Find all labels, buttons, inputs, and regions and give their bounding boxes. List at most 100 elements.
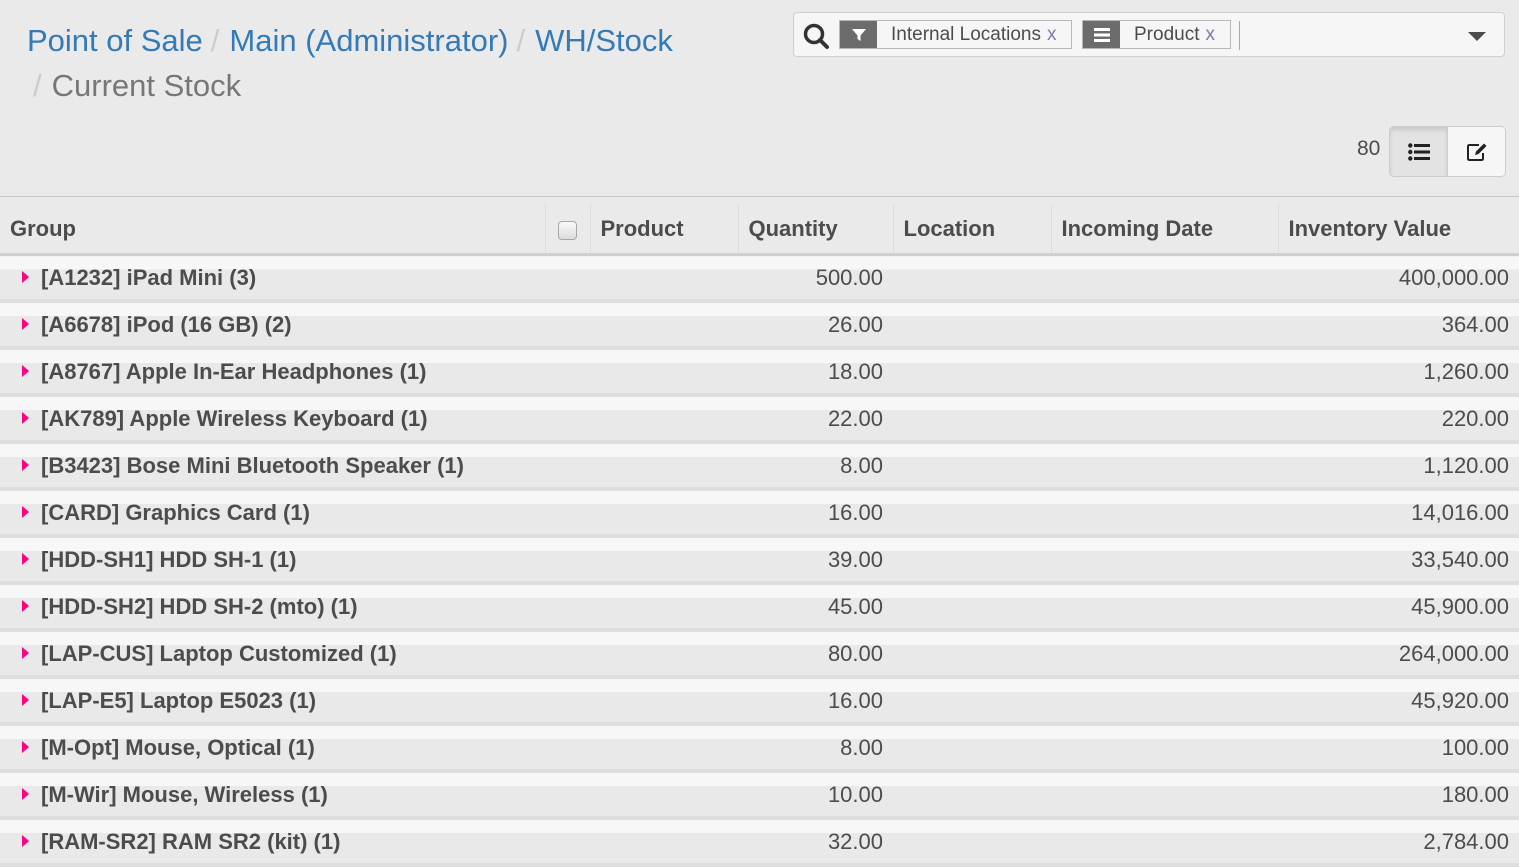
group-label: [A1232] iPad Mini (3) [41,264,257,290]
group-quantity: 18.00 [738,348,893,397]
group-incoming-date [1051,677,1278,726]
edit-view-button[interactable] [1448,127,1505,176]
breadcrumb-wh-stock[interactable]: WH/Stock [535,23,673,58]
facet-label: Internal Locations [891,23,1041,45]
group-quantity: 32.00 [738,818,893,867]
group-name-cell: [B3423] Bose Mini Bluetooth Speaker (1) [0,442,738,491]
breadcrumb-main-administrator[interactable]: Main (Administrator) [229,23,508,58]
group-row[interactable]: [A1232] iPad Mini (3) 500.00 400,000.00 [0,254,1519,303]
breadcrumb-separator: / [516,23,526,58]
group-label: [M-Opt] Mouse, Optical (1) [41,734,315,760]
group-label: [M-Wir] Mouse, Wireless (1) [41,781,328,807]
group-row[interactable]: [CARD] Graphics Card (1) 16.00 14,016.00 [0,489,1519,538]
group-row[interactable]: [A8767] Apple In-Ear Headphones (1) 18.00… [0,348,1519,397]
group-row[interactable]: [B3423] Bose Mini Bluetooth Speaker (1) 8… [0,442,1519,491]
group-incoming-date [1051,818,1278,867]
breadcrumb: Point of Sale / Main (Administrator) / WH/St… [27,18,767,108]
list-view-button[interactable] [1390,127,1448,176]
caret-right-icon[interactable] [22,740,29,753]
group-quantity: 8.00 [738,442,893,491]
caret-right-icon[interactable] [22,787,29,800]
group-incoming-date [1051,254,1278,303]
group-name-cell: [A1232] iPad Mini (3) [0,254,738,303]
breadcrumb-point-of-sale[interactable]: Point of Sale [27,23,203,58]
group-location [893,348,1051,397]
caret-right-icon[interactable] [22,270,29,283]
column-header-location[interactable]: Location [892,205,1051,256]
column-header-group[interactable]: Group [0,205,545,256]
facet-remove-button[interactable]: x [1047,24,1067,46]
group-row[interactable]: [A6678] iPod (16 GB) (2) 26.00 364.00 [0,301,1519,350]
group-quantity: 10.00 [738,771,893,820]
group-location [893,442,1051,491]
group-location [893,254,1051,303]
group-quantity: 16.00 [738,677,893,726]
caret-right-icon[interactable] [22,646,29,659]
group-incoming-date [1051,348,1278,397]
caret-right-icon[interactable] [22,411,29,424]
column-header-product[interactable]: Product [589,205,738,256]
group-name-cell: [A6678] iPod (16 GB) (2) [0,301,738,350]
caret-right-icon[interactable] [22,317,29,330]
group-row[interactable]: [M-Wir] Mouse, Wireless (1) 10.00 180.00 [0,771,1519,820]
group-name-cell: [AK789] Apple Wireless Keyboard (1) [0,395,738,444]
group-inventory-value: 100.00 [1278,724,1519,773]
group-name-cell: [LAP-E5] Laptop E5023 (1) [0,677,738,726]
search-icon[interactable] [802,22,830,50]
breadcrumb-separator: / [210,23,220,58]
group-row[interactable]: [M-Opt] Mouse, Optical (1) 8.00 100.00 [0,724,1519,773]
group-label: [B3423] Bose Mini Bluetooth Speaker (1) [41,452,464,478]
group-row[interactable]: [LAP-CUS] Laptop Customized (1) 80.00 264,… [0,630,1519,679]
group-quantity: 39.00 [738,536,893,585]
group-label: [CARD] Graphics Card (1) [41,499,310,525]
pager-count[interactable]: 80 [1357,137,1380,161]
group-inventory-value: 45,900.00 [1278,583,1519,632]
column-header-incoming-date[interactable]: Incoming Date [1050,205,1278,256]
group-label: [A6678] iPod (16 GB) (2) [41,311,292,337]
caret-right-icon[interactable] [22,834,29,847]
group-name-cell: [HDD-SH2] HDD SH-2 (mto) (1) [0,583,738,632]
group-quantity: 45.00 [738,583,893,632]
group-inventory-value: 14,016.00 [1278,489,1519,538]
caret-right-icon[interactable] [22,505,29,518]
facet-label: Product [1134,23,1200,45]
group-incoming-date [1051,771,1278,820]
group-inventory-value: 364.00 [1278,301,1519,350]
group-name-cell: [LAP-CUS] Laptop Customized (1) [0,630,738,679]
select-all-checkbox[interactable] [558,220,577,240]
search-options-toggle-icon[interactable] [1468,32,1486,41]
edit-view-icon [1466,143,1486,161]
group-row[interactable]: [AK789] Apple Wireless Keyboard (1) 22.00… [0,395,1519,444]
group-quantity: 16.00 [738,489,893,538]
caret-right-icon[interactable] [22,693,29,706]
column-header-inventory-value[interactable]: Inventory Value [1277,205,1519,256]
group-incoming-date [1051,630,1278,679]
group-label: [LAP-CUS] Laptop Customized (1) [41,640,397,666]
group-location [893,677,1051,726]
group-row[interactable]: [RAM-SR2] RAM SR2 (kit) (1) 32.00 2,784.00 [0,818,1519,867]
caret-right-icon[interactable] [22,364,29,377]
facet-remove-button[interactable]: x [1205,24,1225,46]
caret-right-icon[interactable] [22,599,29,612]
list-icon [1083,21,1120,48]
group-row[interactable]: [LAP-E5] Laptop E5023 (1) 16.00 45,920.00 [0,677,1519,726]
group-incoming-date [1051,442,1278,491]
group-incoming-date [1051,724,1278,773]
search-input[interactable] [1239,21,1458,50]
caret-right-icon[interactable] [22,552,29,565]
caret-right-icon[interactable] [22,458,29,471]
list-view-icon [1407,142,1430,161]
table-body: [A1232] iPad Mini (3) 500.00 400,000.00 [A6… [0,254,1519,867]
group-inventory-value: 1,260.00 [1278,348,1519,397]
group-quantity: 500.00 [738,254,893,303]
group-location [893,630,1051,679]
group-row[interactable]: [HDD-SH2] HDD SH-2 (mto) (1) 45.00 45,900.… [0,583,1519,632]
group-row[interactable]: [HDD-SH1] HDD SH-1 (1) 39.00 33,540.00 [0,536,1519,585]
group-incoming-date [1051,395,1278,444]
group-incoming-date [1051,301,1278,350]
group-label: [RAM-SR2] RAM SR2 (kit) (1) [41,828,341,854]
group-inventory-value: 45,920.00 [1278,677,1519,726]
group-inventory-value: 33,540.00 [1278,536,1519,585]
column-header-quantity[interactable]: Quantity [737,205,893,256]
group-incoming-date [1051,489,1278,538]
